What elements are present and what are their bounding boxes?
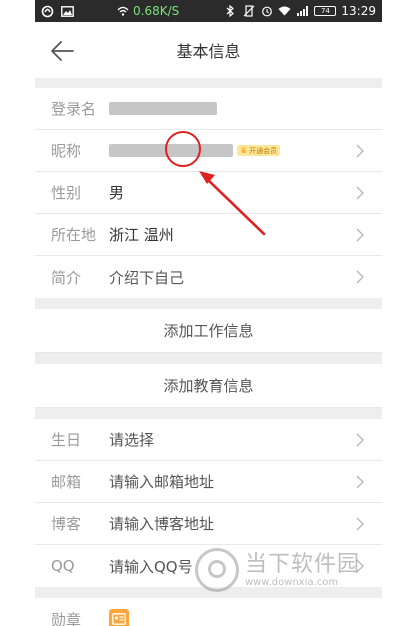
- email-row[interactable]: 邮箱 请输入邮箱地址: [35, 461, 382, 503]
- nickname-row[interactable]: 昵称 ♛ 开通会员: [35, 130, 382, 172]
- chevron-right-icon: [356, 475, 364, 489]
- gender-value: 男: [109, 184, 125, 202]
- gender-row[interactable]: 性别 男: [35, 172, 382, 214]
- image-notification-icon: [61, 5, 74, 18]
- location-value: 浙江 温州: [109, 226, 174, 244]
- chevron-right-icon: [356, 270, 364, 284]
- section-divider: [35, 587, 382, 598]
- section-divider: [35, 353, 382, 364]
- vip-badge-label: 开通会员: [249, 146, 278, 155]
- arrow-left-icon: [51, 41, 74, 61]
- network-speed-group: 0.68K/S: [116, 4, 179, 18]
- title-bar: 基本信息: [35, 22, 382, 78]
- login-name-label: 登录名: [51, 100, 97, 118]
- wifi-icon: [278, 5, 291, 18]
- section-divider: [35, 78, 382, 88]
- nickname-value: ♛ 开通会员: [109, 144, 382, 157]
- email-value: 请输入邮箱地址: [109, 473, 215, 491]
- chevron-right-icon: [356, 517, 364, 531]
- back-button[interactable]: [49, 40, 75, 62]
- birthday-label: 生日: [51, 431, 82, 449]
- chevron-right-icon: [356, 433, 364, 447]
- vip-badge[interactable]: ♛ 开通会员: [237, 145, 281, 156]
- signal-icon: [296, 5, 309, 18]
- network-speed: 0.68K/S: [133, 4, 180, 18]
- crown-icon: ♛: [240, 146, 248, 155]
- add-education-info-button[interactable]: 添加教育信息: [35, 364, 382, 408]
- chevron-right-icon: [356, 186, 364, 200]
- login-name-value: [109, 102, 382, 115]
- bio-label: 简介: [51, 268, 82, 287]
- birthday-value: 请选择: [109, 431, 155, 449]
- location-row[interactable]: 所在地 浙江 温州: [35, 214, 382, 256]
- wifi-small-icon: [116, 5, 129, 18]
- medal-label: 勋章: [51, 610, 82, 626]
- bio-value: 介绍下自己: [109, 268, 185, 287]
- qq-row[interactable]: QQ 请输入QQ号: [35, 545, 382, 587]
- redacted-text-bar: [109, 144, 233, 157]
- medal-icon: [109, 609, 129, 626]
- chevron-right-icon: [356, 144, 364, 158]
- redacted-text-bar: [109, 102, 217, 115]
- section-divider: [35, 408, 382, 419]
- phone-screen: 0.68K/S 74 13:29 基本信息 登录名 昵称 ♛ 开通会员 性别 男…: [35, 0, 382, 626]
- medal-row[interactable]: 勋章: [35, 598, 382, 626]
- clock-time: 13:29: [341, 4, 376, 18]
- blog-value: 请输入博客地址: [109, 515, 215, 533]
- chevron-right-icon: [356, 559, 364, 573]
- email-label: 邮箱: [51, 473, 82, 491]
- battery-icon: 74: [314, 6, 337, 16]
- bluetooth-icon: [224, 5, 237, 18]
- status-bar: 0.68K/S 74 13:29: [35, 0, 382, 22]
- alarm-clock-icon: [260, 5, 273, 18]
- login-name-row: 登录名: [35, 88, 382, 130]
- status-right-icons: 74 13:29: [224, 4, 376, 18]
- location-label: 所在地: [51, 226, 97, 244]
- blog-label: 博客: [51, 515, 82, 533]
- vibrate-off-icon: [242, 5, 255, 18]
- nickname-label: 昵称: [51, 142, 82, 160]
- medal-value: [109, 609, 382, 626]
- gender-label: 性别: [51, 184, 82, 202]
- page-title: 基本信息: [176, 42, 241, 61]
- bio-row[interactable]: 简介 介绍下自己: [35, 256, 382, 298]
- status-left-icons: [41, 5, 74, 18]
- birthday-row[interactable]: 生日 请选择: [35, 419, 382, 461]
- add-work-info-button[interactable]: 添加工作信息: [35, 309, 382, 353]
- app-notification-icon: [41, 5, 54, 18]
- qq-label: QQ: [51, 557, 75, 575]
- chevron-right-icon: [356, 228, 364, 242]
- qq-value: 请输入QQ号: [109, 557, 193, 576]
- section-divider: [35, 298, 382, 309]
- blog-row[interactable]: 博客 请输入博客地址: [35, 503, 382, 545]
